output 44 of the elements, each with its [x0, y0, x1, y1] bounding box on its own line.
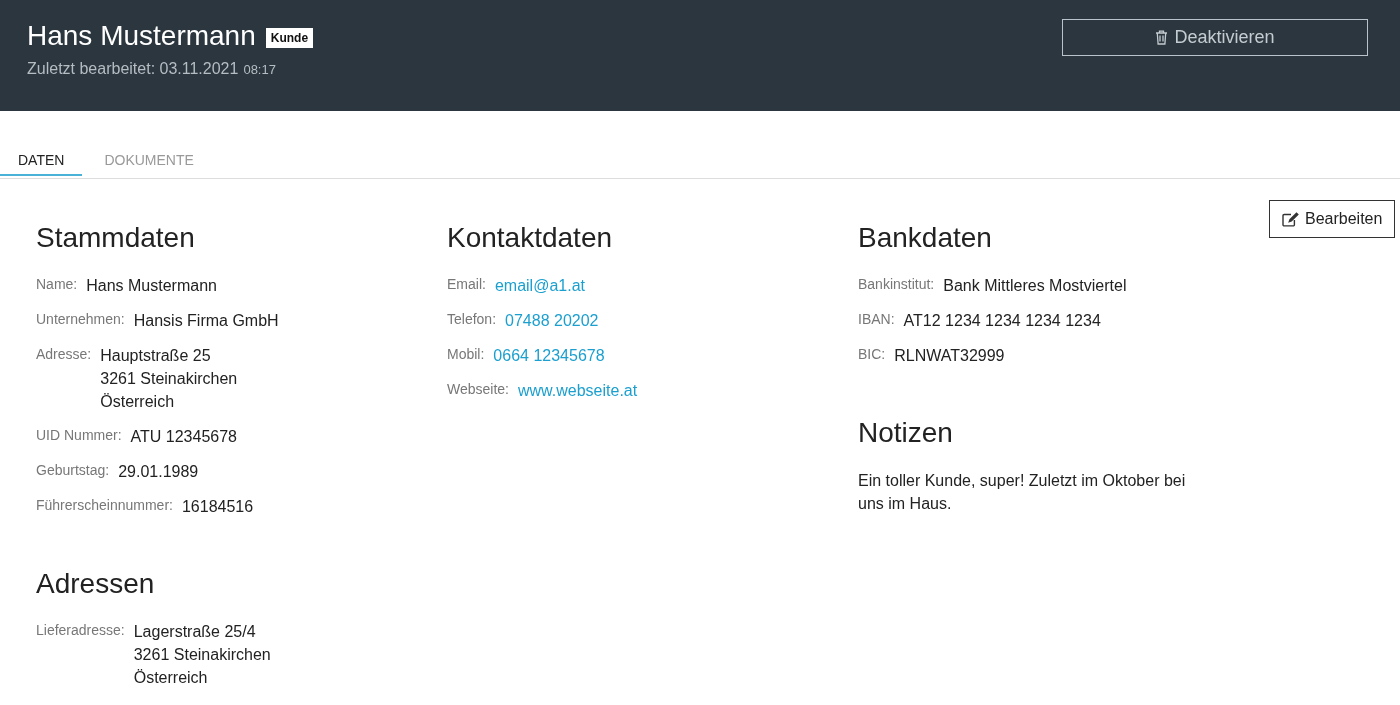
- field-value: Bank Mittleres Mostviertel: [943, 276, 1127, 296]
- field-label: BIC:: [858, 345, 886, 362]
- field-label: Adresse:: [36, 345, 92, 362]
- field-value: ATU 12345678: [130, 427, 237, 447]
- field-link[interactable]: www.webseite.at: [518, 379, 638, 402]
- deactivate-button[interactable]: Deaktivieren: [1062, 19, 1368, 56]
- edit-icon: [1282, 211, 1299, 227]
- field-label: UID Nummer:: [36, 426, 122, 443]
- notes-text: Ein toller Kunde, super! Zuletzt im Oktober bei uns im Haus.: [858, 471, 1187, 514]
- section-heading: Stammdaten: [36, 222, 196, 254]
- field-label: IBAN:: [858, 310, 895, 327]
- field-value: RLNWAT32999: [894, 346, 1005, 366]
- customer-name: Hans Mustermann: [27, 20, 256, 52]
- field-value: Hauptstraße 25 3261 Steinakirchen Österreich: [100, 346, 238, 412]
- last-edited-time: 08:17: [243, 62, 276, 77]
- section-heading: Kontaktdaten: [447, 222, 614, 254]
- field-label: Email:: [447, 275, 486, 292]
- field-value: 16184516: [181, 497, 254, 517]
- field-label: Bankinstitut:: [858, 275, 935, 292]
- field-value: Hansis Firma GmbH: [133, 311, 279, 331]
- field-label: Lieferadresse:: [36, 621, 125, 638]
- field-label: Unternehmen:: [36, 310, 125, 327]
- trash-icon: [1155, 30, 1169, 45]
- field-link[interactable]: email@a1.at: [494, 274, 585, 297]
- section-heading: Notizen: [858, 417, 954, 449]
- section-heading: Adressen: [36, 568, 156, 600]
- section-heading: Bankdaten: [858, 222, 993, 254]
- field-value: Lagerstraße 25/4 3261 Steinakirchen Österreich: [133, 622, 271, 688]
- field-value: AT12 1234 1234 1234 1234: [903, 311, 1101, 331]
- field-label: Führerscheinnummer:: [36, 496, 173, 513]
- field-value: 29.01.1989: [118, 462, 199, 482]
- last-edited-date: Zuletzt bearbeitet: 03.11.2021: [27, 60, 239, 78]
- tab[interactable]: DATEN: [0, 145, 83, 176]
- field-label: Mobil:: [447, 345, 485, 362]
- edit-button[interactable]: Bearbeiten: [1269, 200, 1396, 238]
- tab[interactable]: DOKUMENTE: [86, 145, 212, 176]
- field-link[interactable]: 0664 12345678: [493, 344, 605, 367]
- customer-badge: Kunde: [265, 28, 314, 48]
- field-label: Geburtstag:: [36, 461, 110, 478]
- field-label: Telefon:: [447, 310, 497, 327]
- field-label: Webseite:: [447, 380, 509, 397]
- field-link[interactable]: 07488 20202: [505, 309, 599, 332]
- field-label: Name:: [36, 275, 78, 292]
- field-value: Hans Mustermann: [86, 276, 217, 296]
